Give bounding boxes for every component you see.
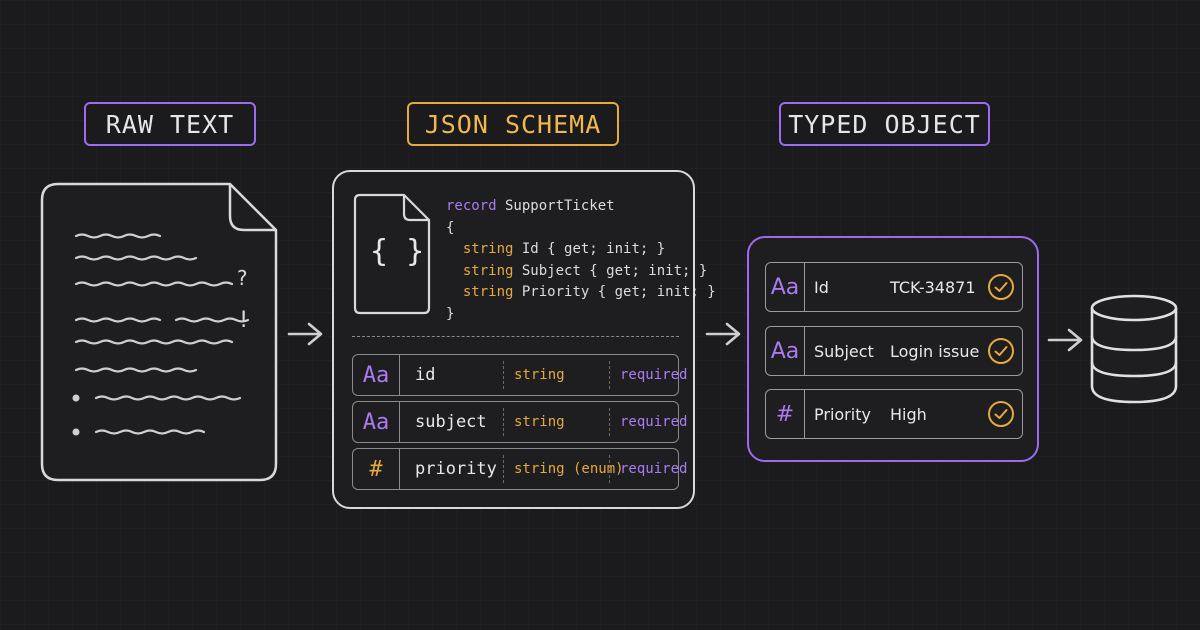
stage-label-typed-object: TYPED OBJECT	[779, 102, 990, 146]
code-snippet: record SupportTicket { string Id { get; …	[446, 196, 716, 325]
field-value: High	[890, 404, 927, 424]
code-prop: Priority { get; init; }	[513, 284, 716, 300]
schema-field-name: subject	[415, 412, 487, 432]
code-keyword: record	[446, 198, 497, 214]
code-prop-type: string	[462, 284, 514, 300]
field-name: Priority	[814, 404, 871, 424]
stage-label-json-schema: JSON SCHEMA	[407, 102, 619, 146]
check-icon	[988, 401, 1014, 427]
text-type-icon: Aa	[353, 402, 400, 442]
typed-object-card: Aa Id TCK-34871 Aa Subject Login issue #…	[747, 236, 1039, 462]
section-divider	[352, 336, 679, 337]
stage-label-raw-text: RAW TEXT	[84, 102, 256, 146]
schema-field-type: string	[503, 361, 565, 389]
check-icon	[988, 274, 1014, 300]
schema-row-priority: # priority string (enum) required	[352, 448, 687, 490]
schema-field-required: required	[609, 408, 687, 436]
field-name: Subject	[814, 341, 874, 361]
code-prop: Id { get; init; }	[513, 241, 666, 257]
arrow-right-icon	[287, 322, 323, 346]
schema-field-type: string (enum)	[503, 455, 624, 483]
database-icon	[1090, 294, 1178, 404]
schema-field-required: required	[609, 455, 687, 483]
code-prop-type: string	[462, 262, 514, 279]
field-name: Id	[814, 277, 829, 297]
arrow-right-icon	[1047, 328, 1083, 352]
schema-field-required: required	[609, 361, 687, 389]
hash-type-icon: #	[353, 449, 400, 489]
exclamation-mark: !	[237, 308, 251, 333]
check-icon	[988, 338, 1014, 364]
schema-field-name: priority	[415, 459, 497, 479]
schema-field-name: id	[415, 365, 436, 385]
field-value: TCK-34871	[890, 277, 976, 297]
raw-document-icon	[40, 182, 278, 482]
code-prop-type: string	[462, 241, 514, 257]
question-mark: ?	[236, 266, 249, 290]
hash-type-icon: #	[766, 390, 805, 438]
text-type-icon: Aa	[353, 355, 400, 395]
typed-row-id: Aa Id TCK-34871	[765, 262, 1023, 312]
typed-row-priority: # Priority High	[765, 389, 1023, 439]
schema-row-id: Aa id string required	[352, 354, 687, 396]
code-record-name: SupportTicket	[496, 198, 615, 214]
schema-row-subject: Aa subject string required	[352, 401, 687, 443]
arrow-right-icon	[705, 322, 741, 346]
text-type-icon: Aa	[766, 327, 805, 375]
schema-card: { } record SupportTicket { string Id { g…	[332, 170, 716, 509]
json-braces-icon: { }	[370, 234, 425, 269]
code-prop: Subject { get; init; }	[513, 262, 708, 279]
field-value: Login issue	[890, 341, 980, 361]
text-type-icon: Aa	[766, 263, 805, 311]
schema-field-type: string	[503, 408, 565, 436]
code-open-brace: {	[446, 219, 455, 236]
code-close-brace: }	[446, 305, 455, 322]
typed-row-subject: Aa Subject Login issue	[765, 326, 1023, 376]
